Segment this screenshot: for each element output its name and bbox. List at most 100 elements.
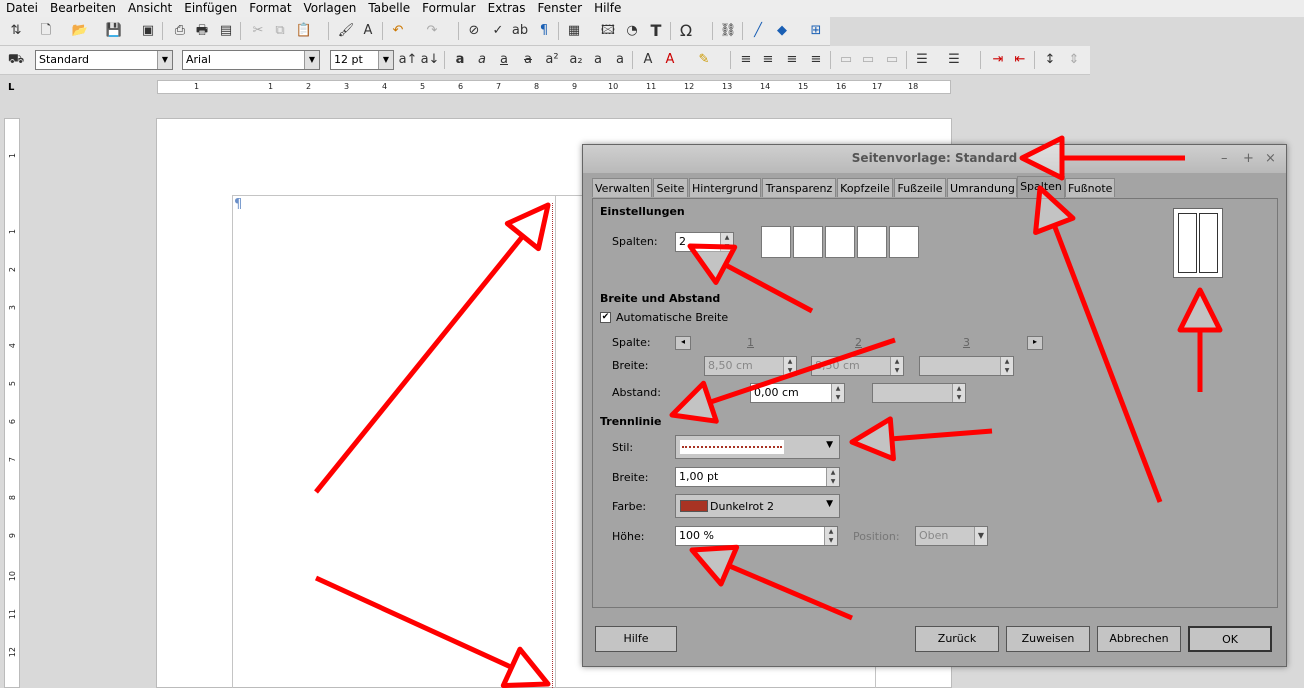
chevron-down-icon[interactable]: ▼ <box>157 51 172 69</box>
chevron-down-icon[interactable]: ▼ <box>304 51 319 69</box>
minimize-icon[interactable]: – <box>1221 151 1228 166</box>
autospell-icon[interactable]: ab <box>510 21 530 41</box>
menu-extras[interactable]: Extras <box>482 0 532 17</box>
spin-arrows-icon[interactable]: ▲ ▼ <box>831 384 844 402</box>
clear-format-icon[interactable]: A <box>358 21 378 41</box>
tab-seite[interactable]: Seite <box>653 178 688 197</box>
shrink-font-icon[interactable]: a↓ <box>420 50 440 70</box>
italic-icon[interactable]: a <box>472 50 492 70</box>
separator-height-field[interactable]: 100 % ▲ ▼ <box>675 526 838 546</box>
bullets-icon[interactable]: ☰ <box>912 50 932 70</box>
separator-color-select[interactable]: Dunkelrot 2 ▼ <box>675 494 840 518</box>
back-button[interactable]: Zurück <box>915 626 999 652</box>
shape-icon[interactable]: ◆ <box>772 21 792 41</box>
spin-arrows-icon[interactable]: ▲ ▼ <box>1000 357 1013 375</box>
menu-bearbeiten[interactable]: Bearbeiten <box>44 0 122 17</box>
spin-arrows-icon[interactable]: ▲ ▼ <box>890 357 903 375</box>
draw-functions-icon[interactable]: ⊞ <box>806 21 826 41</box>
menu-format[interactable]: Format <box>243 0 297 17</box>
font-size-combo[interactable]: 12 pt ▼ <box>330 50 394 70</box>
horizontal-ruler[interactable]: 1 1 2 3 4 5 6 7 8 9 10 11 12 13 14 15 16… <box>157 80 951 94</box>
link-icon[interactable]: ⛓ <box>718 21 738 41</box>
insert-textbox-icon[interactable]: T <box>646 21 666 41</box>
dialog-titlebar[interactable]: Seitenvorlage: Standard – + × <box>583 145 1286 173</box>
close-icon[interactable]: × <box>1265 151 1276 166</box>
column-prev-button[interactable]: ◂ <box>675 336 691 350</box>
menu-datei[interactable]: Datei <box>0 0 44 17</box>
template-icon[interactable]: ▣ <box>138 21 158 41</box>
tab-transparenz[interactable]: Transparenz <box>762 178 836 197</box>
chevron-down-icon[interactable]: ▼ <box>826 499 833 509</box>
column-1-width[interactable]: 8,50 cm ▲ ▼ <box>704 356 797 376</box>
maximize-icon[interactable]: + <box>1243 151 1254 166</box>
column-next-button[interactable]: ▸ <box>1027 336 1043 350</box>
one-column-preset[interactable] <box>761 226 791 258</box>
align-left-icon[interactable]: ≡ <box>736 50 756 70</box>
style-inspector-icon[interactable]: ⛟ <box>6 50 26 70</box>
export-pdf-icon[interactable]: ⎙ <box>170 21 190 41</box>
menu-ansicht[interactable]: Ansicht <box>122 0 178 17</box>
two-columns-right-preset[interactable] <box>889 226 919 258</box>
grow-font-icon[interactable]: a↑ <box>398 50 418 70</box>
paste-icon[interactable]: 📋 <box>294 21 314 41</box>
bold-icon[interactable]: a <box>450 50 470 70</box>
font-name-combo[interactable]: Arial ▼ <box>182 50 320 70</box>
line-spacing-icon[interactable]: ↕ <box>1040 50 1060 70</box>
undo-icon[interactable]: ↶ <box>388 21 408 41</box>
spacing-1-field[interactable]: 0,00 cm ▲ ▼ <box>750 383 845 403</box>
superscript-icon[interactable]: a² <box>542 50 562 70</box>
insert-image-icon[interactable]: 🖾 <box>598 21 618 41</box>
char-highlight-icon[interactable]: A <box>638 50 658 70</box>
special-character-icon[interactable]: Ω <box>676 21 696 41</box>
print-icon[interactable]: 🖶 <box>192 21 212 41</box>
align-top-icon[interactable]: ▭ <box>836 50 856 70</box>
find-replace-icon[interactable]: ⊘ <box>464 21 484 41</box>
menu-vorlagen[interactable]: Vorlagen <box>298 0 363 17</box>
font-color-icon[interactable]: A <box>660 50 680 70</box>
separator-style-select[interactable]: ▼ <box>675 435 840 459</box>
tab-fusszeile[interactable]: Fußzeile <box>894 178 946 197</box>
spacing-2-field[interactable]: ▲ ▼ <box>872 383 966 403</box>
tab-spalten[interactable]: Spalten <box>1017 176 1065 198</box>
strikethrough-icon[interactable]: a <box>518 50 538 70</box>
align-bottom-icon[interactable]: ▭ <box>882 50 902 70</box>
tab-verwalten[interactable]: Verwalten <box>592 178 652 197</box>
numbering-icon[interactable]: ☰ <box>944 50 964 70</box>
apply-button[interactable]: Zuweisen <box>1006 626 1090 652</box>
paragraph-style-combo[interactable]: Standard ▼ <box>35 50 173 70</box>
two-columns-left-preset[interactable] <box>857 226 887 258</box>
menu-einfuegen[interactable]: Einfügen <box>178 0 243 17</box>
menu-hilfe[interactable]: Hilfe <box>588 0 627 17</box>
ok-button[interactable]: OK <box>1188 626 1272 652</box>
formatting-marks-icon[interactable]: ¶ <box>534 21 554 41</box>
insert-chart-icon[interactable]: ◔ <box>622 21 642 41</box>
chevron-down-icon[interactable]: ▼ <box>974 527 987 545</box>
tab-stop-icon[interactable]: L <box>8 82 14 93</box>
cancel-button[interactable]: Abbrechen <box>1097 626 1181 652</box>
tab-umrandung[interactable]: Umrandung <box>947 178 1017 197</box>
two-columns-preset[interactable] <box>793 226 823 258</box>
outline-icon[interactable]: a <box>610 50 630 70</box>
redo-icon[interactable]: ↷ <box>422 21 442 41</box>
underline-icon[interactable]: a <box>494 50 514 70</box>
indent-increase-icon[interactable]: ⇥ <box>988 50 1008 70</box>
open-folder-icon[interactable]: 📂 <box>70 21 90 41</box>
spin-arrows-icon[interactable]: ▲ ▼ <box>783 357 796 375</box>
align-middle-icon[interactable]: ▭ <box>858 50 878 70</box>
spin-arrows-icon[interactable]: ▲ ▼ <box>824 527 837 545</box>
print-preview-icon[interactable]: ▤ <box>216 21 236 41</box>
indent-decrease-icon[interactable]: ⇤ <box>1010 50 1030 70</box>
save-icon[interactable]: 💾 <box>104 21 124 41</box>
spin-arrows-icon[interactable]: ▲ ▼ <box>720 233 733 251</box>
line-icon[interactable]: ╱ <box>748 21 768 41</box>
clone-format-icon[interactable]: 🖌 <box>336 21 356 41</box>
cut-icon[interactable]: ✂ <box>248 21 268 41</box>
help-button[interactable]: Hilfe <box>595 626 677 652</box>
separator-width-field[interactable]: 1,00 pt ▲ ▼ <box>675 467 840 487</box>
column-2-width[interactable]: 8,50 cm ▲ ▼ <box>811 356 904 376</box>
separator-position-select[interactable]: Oben ▼ <box>915 526 988 546</box>
menu-formular[interactable]: Formular <box>416 0 481 17</box>
column-3-width[interactable]: ▲ ▼ <box>919 356 1014 376</box>
highlight-color-icon[interactable]: ✎ <box>694 50 714 70</box>
tab-hintergrund[interactable]: Hintergrund <box>689 178 761 197</box>
